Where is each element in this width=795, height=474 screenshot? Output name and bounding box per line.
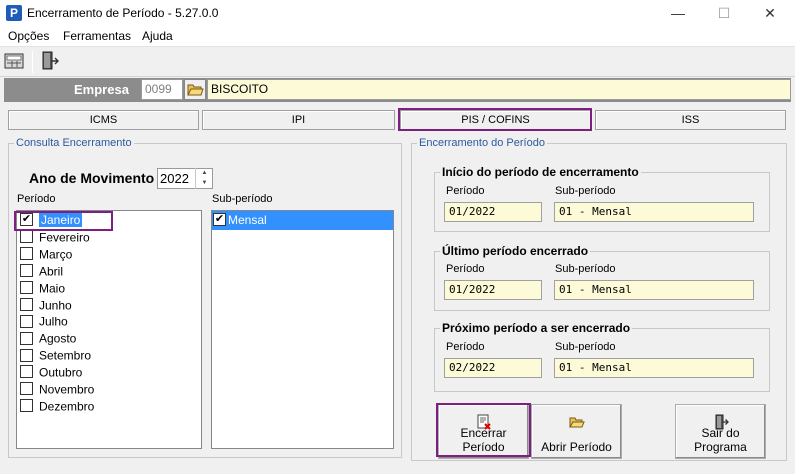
- tab-iss[interactable]: ISS: [595, 110, 786, 130]
- maximize-button[interactable]: ☐: [701, 0, 747, 27]
- proximo-subperiodo-field: 01 - Mensal: [554, 358, 754, 378]
- abrir-periodo-label: Abrir Período: [541, 440, 612, 454]
- periodo-item-label: Dezembro: [39, 399, 95, 414]
- spinner-arrows-icon[interactable]: ▲ ▼: [195, 168, 213, 189]
- ultimo-subperiodo-field: 01 - Mensal: [554, 280, 754, 300]
- exit-door-icon[interactable]: [38, 50, 64, 74]
- menu-opcoes[interactable]: Opções: [8, 29, 49, 43]
- periodo-item-label: Junho: [39, 297, 72, 312]
- tab-highlight: [398, 108, 592, 131]
- periodo-checkbox[interactable]: [20, 280, 33, 294]
- subperiodo-list[interactable]: [211, 210, 394, 449]
- ultimo-periodo-label: Período: [446, 263, 485, 275]
- periodo-checkbox[interactable]: [20, 365, 33, 379]
- tab-ipi[interactable]: IPI: [202, 110, 395, 130]
- periodo-item[interactable]: Fevereiro: [20, 230, 90, 247]
- proximo-periodo-field: 02/2022: [444, 358, 542, 378]
- open-folder-icon: [568, 414, 585, 430]
- inicio-subperiodo-field: 01 - Mensal: [554, 202, 754, 222]
- encerramento-group-title: Encerramento do Período: [417, 137, 547, 149]
- periodo-item-label: Março: [39, 247, 73, 262]
- close-button[interactable]: ✕: [747, 0, 793, 27]
- ultimo-group-title: Último período encerrado: [440, 244, 591, 258]
- proximo-subperiodo-label: Sub-período: [555, 341, 616, 353]
- open-folder-icon[interactable]: [184, 79, 206, 100]
- periodo-item[interactable]: Dezembro: [20, 399, 94, 416]
- proximo-periodo-label: Período: [446, 341, 485, 353]
- periodo-item[interactable]: Março: [20, 247, 72, 264]
- periodo-item[interactable]: Novembro: [20, 382, 94, 399]
- periodo-item-label: Abril: [39, 264, 64, 279]
- periodo-checkbox[interactable]: [20, 314, 33, 328]
- periodo-item[interactable]: Junho: [20, 297, 72, 315]
- inicio-periodo-field: 01/2022: [444, 202, 542, 222]
- periodo-item-label: Julho: [39, 314, 68, 329]
- tab-icms[interactable]: ICMS: [8, 110, 199, 130]
- periodo-item[interactable]: Abril: [20, 264, 63, 281]
- toolbar: [0, 47, 795, 77]
- consulta-group-title: Consulta Encerramento: [14, 137, 134, 149]
- encerrar-highlight: [436, 403, 531, 457]
- periodo-checkbox[interactable]: [20, 297, 33, 311]
- periodo-checkbox[interactable]: [20, 348, 33, 362]
- periodo-checkbox[interactable]: [20, 247, 33, 261]
- app-icon: P: [6, 5, 22, 21]
- ultimo-periodo-field: 01/2022: [444, 280, 542, 300]
- periodo-item-label: Setembro: [39, 348, 92, 363]
- periodo-item-label: Novembro: [39, 382, 95, 397]
- janeiro-highlight: [14, 211, 113, 231]
- minimize-button[interactable]: —: [655, 0, 701, 27]
- subperiodo-list-label: Sub-período: [212, 193, 273, 205]
- calculator-icon[interactable]: [3, 50, 29, 74]
- periodo-item-label: Maio: [39, 280, 66, 295]
- periodo-checkbox[interactable]: [20, 399, 33, 413]
- periodo-checkbox[interactable]: [20, 382, 33, 396]
- periodo-item[interactable]: Maio: [20, 280, 66, 298]
- toolbar-separator: [32, 51, 33, 73]
- sair-do-programa-label: Sair do Programa: [694, 426, 747, 454]
- window-title: Encerramento de Período - 5.27.0.0: [27, 6, 219, 20]
- periodo-item[interactable]: Julho: [20, 314, 68, 331]
- inicio-group-title: Início do período de encerramento: [440, 165, 641, 179]
- sair-do-programa-button[interactable]: Sair do Programa: [675, 404, 766, 459]
- abrir-periodo-button[interactable]: Abrir Período: [531, 404, 622, 459]
- periodo-item[interactable]: Outubro: [20, 365, 82, 382]
- menu-ferramentas[interactable]: Ferramentas: [63, 29, 131, 43]
- periodo-item-label: Fevereiro: [39, 230, 90, 245]
- menu-ajuda[interactable]: Ajuda: [142, 29, 173, 43]
- periodo-item-label: Agosto: [39, 331, 77, 346]
- empresa-label: Empresa: [74, 82, 129, 97]
- empresa-code-field[interactable]: 0099: [141, 79, 183, 100]
- inicio-periodo-label: Período: [446, 185, 485, 197]
- periodo-list-label: Período: [17, 193, 56, 205]
- inicio-subperiodo-label: Sub-período: [555, 185, 616, 197]
- empresa-name-field[interactable]: BISCOITO: [207, 79, 791, 100]
- ano-movimento-label: Ano de Movimento: [29, 170, 155, 186]
- periodo-checkbox[interactable]: [20, 230, 33, 244]
- subperiodo-label-mensal[interactable]: Mensal: [228, 213, 267, 227]
- periodo-item[interactable]: Setembro: [20, 348, 91, 365]
- periodo-checkbox[interactable]: [20, 331, 33, 345]
- periodo-item-label: Outubro: [39, 365, 83, 380]
- ultimo-subperiodo-label: Sub-período: [555, 263, 616, 275]
- proximo-group-title: Próximo período a ser encerrado: [440, 321, 633, 335]
- periodo-item[interactable]: Agosto: [20, 331, 76, 348]
- ano-value[interactable]: 2022: [160, 171, 189, 186]
- subperiodo-checkbox-mensal[interactable]: ✔: [213, 213, 226, 227]
- periodo-checkbox[interactable]: [20, 264, 33, 278]
